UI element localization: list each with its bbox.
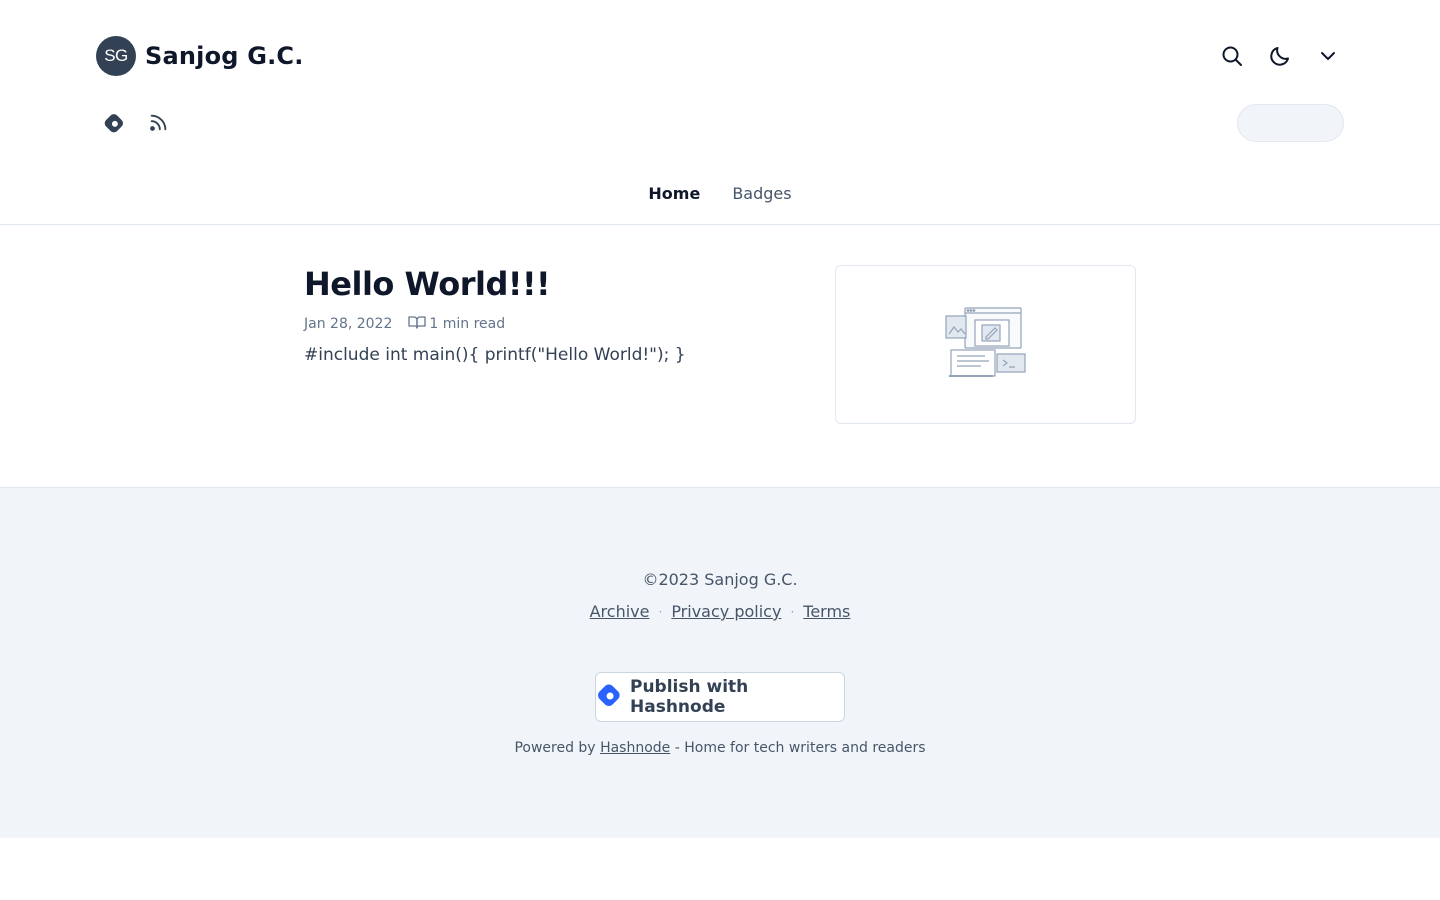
search-icon[interactable] [1220, 40, 1244, 72]
footer-links: Archive · Privacy policy · Terms [0, 602, 1440, 621]
blog-header: SG Sanjog G.C. Home Badges [0, 0, 1440, 225]
nav-item-badges[interactable]: Badges [732, 184, 791, 215]
link-separator: · [658, 604, 663, 619]
moon-icon[interactable] [1268, 40, 1292, 72]
link-separator: · [790, 604, 795, 619]
publish-with-hashnode-button[interactable]: Publish with Hashnode [595, 672, 845, 722]
copyright-text: ©2023 Sanjog G.C. [642, 570, 798, 589]
post-thumbnail[interactable] [835, 265, 1136, 424]
nav-item-home[interactable]: Home [648, 184, 700, 215]
header-actions [1220, 40, 1340, 72]
subscribe-placeholder-button[interactable] [1237, 104, 1344, 142]
main-nav: Home Badges [0, 184, 1440, 215]
hashnode-link[interactable]: Hashnode [600, 740, 670, 756]
chevron-down-icon[interactable] [1316, 40, 1340, 72]
footer-link-privacy-policy[interactable]: Privacy policy [671, 602, 781, 621]
rss-icon[interactable] [146, 111, 170, 135]
footer-link-archive[interactable]: Archive [590, 602, 650, 621]
publish-label: Publish with Hashnode [630, 677, 749, 717]
post-title[interactable]: Hello World!!! [304, 265, 551, 303]
read-time-label: 1 min read [429, 316, 506, 332]
footer-link-terms[interactable]: Terms [803, 602, 850, 621]
blog-title[interactable]: Sanjog G.C. [145, 42, 304, 70]
read-time: 1 min read [408, 315, 505, 333]
avatar[interactable]: SG [96, 36, 136, 76]
blog-footer: ©2023 Sanjog G.C. Archive · Privacy poli… [0, 488, 1440, 838]
post-meta: Jan 28, 2022 1 min read [304, 315, 505, 333]
post-card: Hello World!!! Jan 28, 2022 1 min read #… [304, 265, 1136, 424]
placeholder-illustration-icon [944, 306, 1027, 383]
hashnode-logo-icon [596, 682, 622, 713]
post-excerpt[interactable]: #include int main(){ printf("Hello World… [304, 345, 686, 365]
post-feed: Hello World!!! Jan 28, 2022 1 min read #… [0, 225, 1440, 488]
book-icon [408, 315, 427, 333]
post-date: Jan 28, 2022 [304, 316, 393, 332]
powered-prefix: Powered by [514, 740, 596, 756]
hashnode-icon[interactable] [102, 111, 126, 135]
powered-suffix: - Home for tech writers and readers [674, 740, 926, 756]
blog-brand[interactable]: SG Sanjog G.C. [96, 36, 304, 76]
social-links [102, 111, 170, 135]
powered-by-text: Powered by Hashnode - Home for tech writ… [0, 740, 1440, 756]
